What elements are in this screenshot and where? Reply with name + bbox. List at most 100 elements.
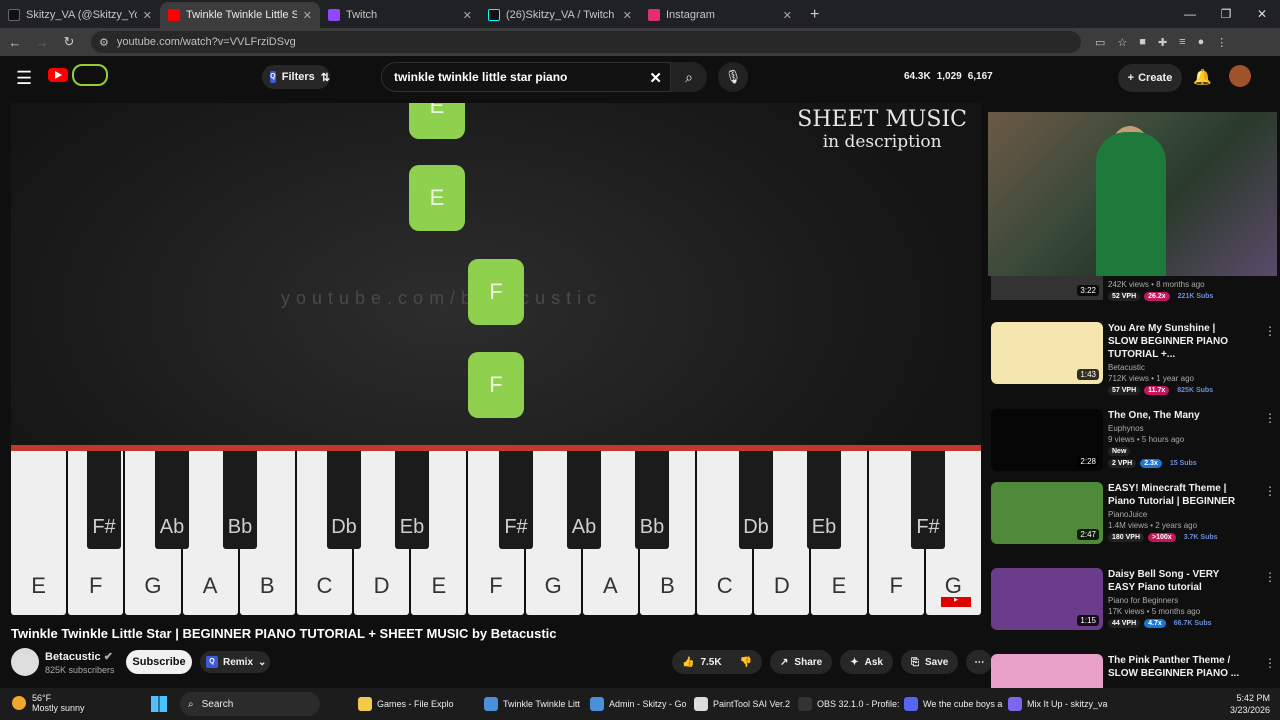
video-channel[interactable]: PianoJuice [1108,510,1248,519]
video-thumbnail[interactable]: 2:28 [991,409,1103,471]
tab-twitch[interactable]: Twitch ✕ [320,2,480,28]
close-icon[interactable]: ✕ [463,9,472,22]
ask-button[interactable]: ✦ Ask [840,650,893,674]
video-channel[interactable]: Betacustic [1108,363,1248,372]
close-window-button[interactable]: ✕ [1244,0,1280,28]
white-key-label: E [431,573,447,598]
subscribe-button[interactable]: Subscribe [126,650,192,674]
create-button[interactable]: + Create [1118,64,1182,92]
more-icon: ⋯ [974,656,985,668]
recommended-video[interactable]: 1:15 Daisy Bell Song - VERY EASY Piano tu… [991,568,1276,632]
back-button[interactable]: ← [3,35,27,50]
chevron-down-icon: ⌄ [258,656,267,668]
video-channel[interactable]: Euphynos [1108,424,1248,433]
video-tag: 4.7x [1144,619,1166,628]
clear-search-icon[interactable]: ✕ [649,69,662,87]
hamburger-menu-icon[interactable]: ☰ [16,68,32,89]
falling-note: F [468,259,524,325]
search-input[interactable]: twinkle twinkle little star piano ✕ [381,62,671,92]
save-button[interactable]: ⎘ Save [900,650,959,674]
app-label: OBS 32.1.0 - Profile: [817,699,900,709]
share-button[interactable]: ↗ Share [770,650,833,674]
piano-black-key: Db [327,451,361,549]
tab-tiktok[interactable]: (26)Skitzy_VA / Twitch and YouTube ✕ [480,2,640,28]
white-key-label: E [31,573,46,598]
tab-instagram[interactable]: Instagram ✕ [640,2,800,28]
channel-name-text: Betacustic [45,651,101,663]
taskbar-app[interactable]: We the cube boys a [904,694,1002,714]
piano-black-key: F# [87,451,121,549]
video-tags: 57 VPH 11.7x 825K Subs [1108,386,1248,395]
video-title[interactable]: EASY! Minecraft Theme | Piano Tutorial |… [1108,482,1248,508]
user-avatar[interactable] [1229,65,1251,87]
bookmark-star-icon[interactable]: ☆ [1117,36,1127,49]
white-key-label: F [889,573,903,598]
channel-avatar[interactable] [11,648,39,676]
video-thumbnail[interactable]: 2:47 [991,482,1103,544]
app-label: Games - File Explo [377,699,454,709]
notifications-bell-icon[interactable]: 🔔 [1193,68,1212,86]
video-thumbnail[interactable]: 1:43 [991,322,1103,384]
channel-name[interactable]: Betacustic ✔ [45,650,113,663]
video-thumbnail[interactable]: 1:15 [991,568,1103,630]
video-title[interactable]: The Pink Panther Theme / SLOW BEGINNER P… [1108,654,1248,680]
more-options-icon[interactable]: ⋮ [1264,570,1276,584]
close-icon[interactable]: ✕ [303,9,312,22]
first-video-thumb[interactable]: 3:22 [991,276,1103,300]
cast-icon[interactable]: ▭ [1095,36,1105,49]
recommendations-sidebar: 3:22 242K views • 8 months ago 52 VPH 26… [988,104,1280,688]
dislike-icon[interactable]: 👎 [740,657,752,668]
taskbar-app[interactable]: Admin - Skitzy - Go [590,694,687,714]
more-options-icon[interactable]: ⋮ [1264,484,1276,498]
recommended-video[interactable]: The Pink Panther Theme / SLOW BEGINNER P… [991,654,1276,688]
close-icon[interactable]: ✕ [143,9,152,22]
youtube-doodle-logo[interactable] [72,64,108,86]
extension-icon[interactable]: ■ [1139,36,1146,49]
taskbar-app[interactable]: Games - File Explo [358,694,454,714]
maximize-button[interactable]: ❐ [1208,0,1244,28]
forward-button[interactable]: → [30,35,54,50]
more-options-icon[interactable]: ⋮ [1264,324,1276,338]
weather-widget[interactable]: 56°F Mostly sunny [12,693,85,713]
video-title[interactable]: The One, The Many [1108,409,1248,422]
recommended-video[interactable]: 2:47 EASY! Minecraft Theme | Piano Tutori… [991,482,1276,546]
like-button[interactable]: 👍 7.5K 👎 [672,650,763,674]
video-title[interactable]: You Are My Sunshine | SLOW BEGINNER PIAN… [1108,322,1248,361]
url-field[interactable]: ⚙ youtube.com/watch?v=VVLFrziDSvg [91,31,1081,53]
youtube-logo[interactable] [48,68,68,82]
minimize-button[interactable]: — [1172,0,1208,28]
voice-search-button[interactable]: 🎙 [718,62,748,92]
system-clock[interactable]: 5:42 PM 3/23/2026 [1230,692,1270,716]
recommended-video[interactable]: 2:28 The One, The Many Euphynos 9 views • 5… [991,409,1276,473]
close-icon[interactable]: ✕ [783,9,792,22]
taskbar-app[interactable]: Twinkle Twinkle Litt [484,694,580,714]
new-tab-button[interactable]: + [800,2,829,28]
tab-youtube[interactable]: Twinkle Twinkle Little Star | BEGINNER ✕ [160,2,320,28]
clock-date: 3/23/2026 [1229,705,1270,715]
more-icon[interactable]: ⋮ [1216,36,1227,49]
reload-button[interactable]: ↻ [57,34,81,50]
video-player[interactable]: SHEET MUSIC in description youtube.com/b… [11,103,981,615]
more-options-icon[interactable]: ⋮ [1264,656,1276,670]
tab-x[interactable]: Skitzy_VA (@Skitzy_Youtube) / X ✕ [0,2,160,28]
more-options-icon[interactable]: ⋮ [1264,411,1276,425]
taskbar-search[interactable]: ⌕ Search [180,692,320,716]
close-icon[interactable]: ✕ [623,9,632,22]
recommended-video[interactable]: 1:43 You Are My Sunshine | SLOW BEGINNER … [991,322,1276,395]
app-label: Mix It Up - skitzy_va [1027,699,1108,709]
taskbar-app[interactable]: Mix It Up - skitzy_va [1008,694,1108,714]
media-icon[interactable]: ≡ [1179,36,1185,49]
taskbar-app[interactable]: OBS 32.1.0 - Profile: [798,694,900,714]
video-thumbnail[interactable] [991,654,1103,688]
search-button[interactable]: ⌕ [671,62,707,92]
video-title[interactable]: Daisy Bell Song - VERY EASY Piano tutori… [1108,568,1248,594]
puzzle-icon[interactable]: ✚ [1158,36,1167,49]
remix-button[interactable]: Q Remix ⌄ [200,651,270,673]
profile-icon[interactable]: ● [1198,36,1205,49]
filters-button[interactable]: Q Filters ⇅ [262,65,330,89]
app-icon [694,697,708,711]
video-channel[interactable]: Piano for Beginners [1108,596,1248,605]
windows-start-icon[interactable] [151,696,167,712]
taskbar-app[interactable]: PaintTool SAI Ver.2 [694,694,790,714]
site-info-icon[interactable]: ⚙ [99,36,109,49]
